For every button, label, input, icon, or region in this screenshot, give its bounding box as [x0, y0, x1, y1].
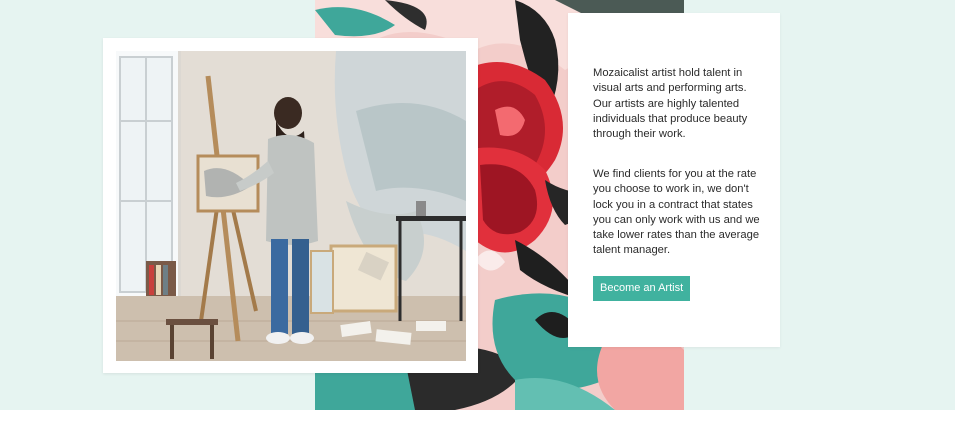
rates-paragraph: We find clients for you at the rate you …: [593, 168, 760, 257]
become-an-artist-button[interactable]: Become an Artist: [593, 276, 691, 301]
artist-painting-photo: [116, 51, 466, 361]
intro-paragraph: Mozaicalist artist hold talent in visual…: [593, 67, 748, 141]
photo-card: [103, 38, 478, 373]
about-artists-card: Mozaicalist artist hold talent in visual…: [568, 13, 780, 347]
page-bottom-strip: [0, 410, 955, 447]
